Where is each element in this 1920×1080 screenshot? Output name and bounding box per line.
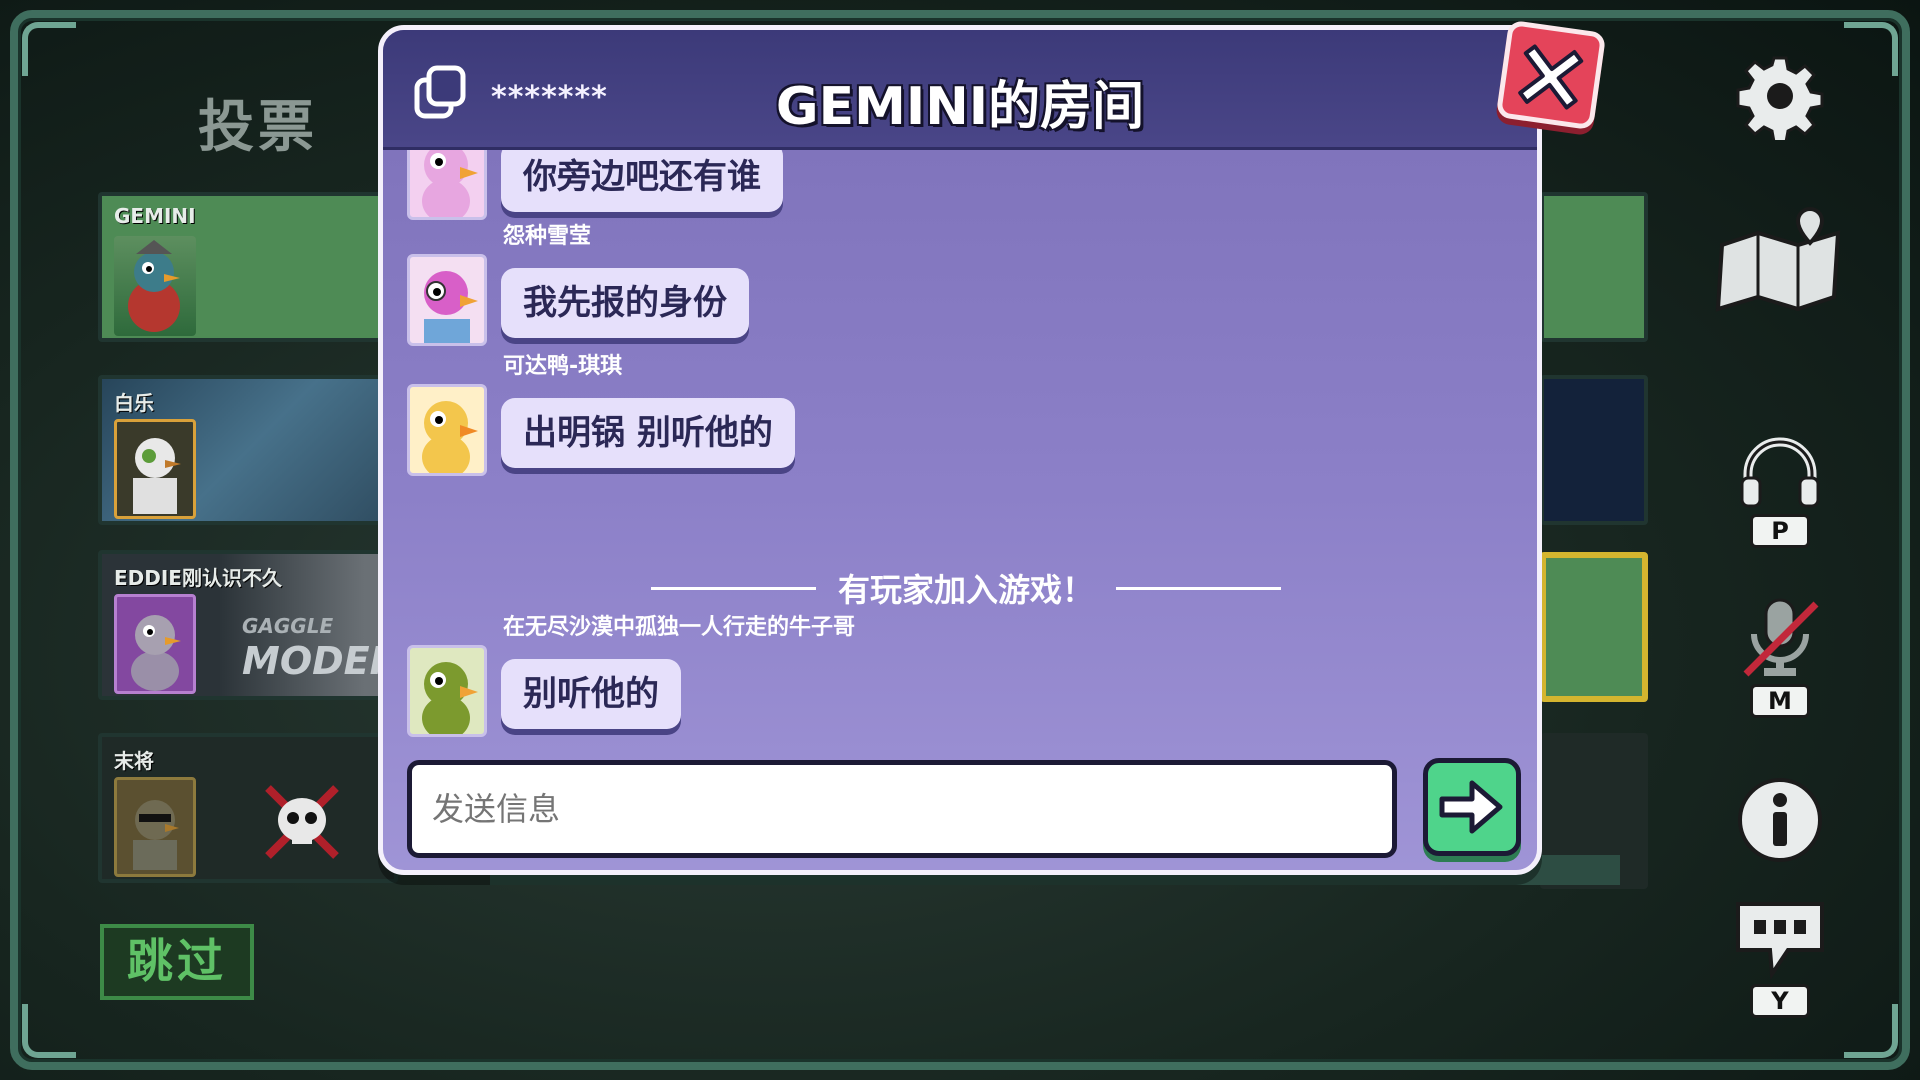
divider-line — [651, 586, 816, 590]
close-icon — [1518, 44, 1584, 110]
message-bubble: 你旁边吧还有谁 — [501, 150, 783, 212]
chat-header: ******* GEMINI的房间 — [383, 30, 1537, 150]
push-to-talk-key: P — [1750, 514, 1810, 548]
player-name: EDDIE刚认识不久 — [114, 566, 282, 590]
player-name: 白乐 — [114, 391, 154, 415]
map-icon — [1715, 206, 1841, 312]
close-chat-button[interactable] — [1495, 19, 1607, 131]
chat-bubble-icon — [1736, 902, 1824, 980]
message-sender: 在无尽沙漠中孤独一人行走的牛子哥 — [503, 615, 856, 640]
message-sender: 可达鸭-琪琪 — [503, 354, 623, 379]
chat-window: ******* GEMINI的房间 你旁边吧还有谁 怨种雪莹 我先报的身份 可达… — [378, 25, 1542, 875]
room-title: GEMINI的房间 — [775, 77, 1145, 137]
info-button[interactable] — [1736, 776, 1824, 864]
vote-card-eddie[interactable]: EDDIE刚认识不久 GAGGLE MODERA — [98, 550, 398, 700]
vote-card-bai-le[interactable]: 白乐 — [98, 375, 398, 525]
player-name: 末将 — [114, 749, 154, 773]
player-avatar — [407, 254, 487, 346]
player-avatar — [407, 384, 487, 476]
arrow-right-icon — [1439, 780, 1503, 834]
chat-messages[interactable]: 你旁边吧还有谁 怨种雪莹 我先报的身份 可达鸭-琪琪 出明锅 别听他的 有玩家加… — [383, 150, 1537, 760]
frame-corner — [22, 22, 76, 76]
settings-button[interactable] — [1736, 52, 1824, 140]
gear-icon — [1736, 56, 1824, 140]
player-avatar — [114, 594, 196, 694]
frame-corner — [1844, 1004, 1898, 1058]
player-avatar — [114, 777, 196, 877]
frame-corner — [1844, 22, 1898, 76]
info-icon — [1738, 778, 1822, 862]
skip-vote-button[interactable]: 跳过 — [100, 924, 254, 1000]
vote-card-gemini[interactable]: GEMINI — [98, 192, 398, 342]
game-screen: 投票 GEMINI 白乐 EDDIE刚认识不久 GAGGLE MODERA 末将 — [0, 0, 1920, 1080]
system-message-text: 有玩家加入游戏！ — [838, 571, 1095, 609]
message-bubble: 别听他的 — [501, 659, 681, 729]
message-sender: 怨种雪莹 — [503, 224, 592, 249]
push-to-talk-button[interactable]: P — [1736, 430, 1824, 548]
vote-title: 投票 — [198, 95, 318, 160]
message-input[interactable] — [407, 760, 1397, 858]
message-bubble: 出明锅 别听他的 — [501, 398, 795, 468]
vote-card-selected[interactable] — [1540, 552, 1648, 702]
card-brand-text: MODERA — [242, 639, 394, 683]
divider-line — [1116, 586, 1282, 590]
headphones-icon — [1740, 437, 1820, 508]
vote-card-mo-jiang[interactable]: 末将 — [98, 733, 398, 883]
player-avatar — [407, 645, 487, 737]
chat-key: Y — [1750, 984, 1810, 1018]
player-avatar — [114, 236, 196, 336]
chat-button[interactable]: Y — [1736, 898, 1824, 1018]
dead-skull-icon — [265, 785, 339, 859]
player-name: GEMINI — [114, 204, 196, 228]
mute-key: M — [1750, 684, 1810, 718]
player-avatar — [114, 419, 196, 519]
send-button[interactable] — [1423, 758, 1521, 856]
muted-microphone-icon — [1743, 598, 1819, 677]
system-message: 有玩家加入游戏！ — [651, 566, 1282, 610]
player-avatar — [407, 150, 487, 220]
map-button[interactable] — [1714, 205, 1848, 315]
frame-corner — [22, 1004, 76, 1058]
message-bubble: 我先报的身份 — [501, 268, 749, 338]
vote-card[interactable] — [1540, 375, 1648, 525]
card-brand-text: GAGGLE — [242, 614, 334, 638]
vote-card[interactable] — [1540, 192, 1648, 342]
mute-mic-button[interactable]: M — [1736, 596, 1824, 718]
